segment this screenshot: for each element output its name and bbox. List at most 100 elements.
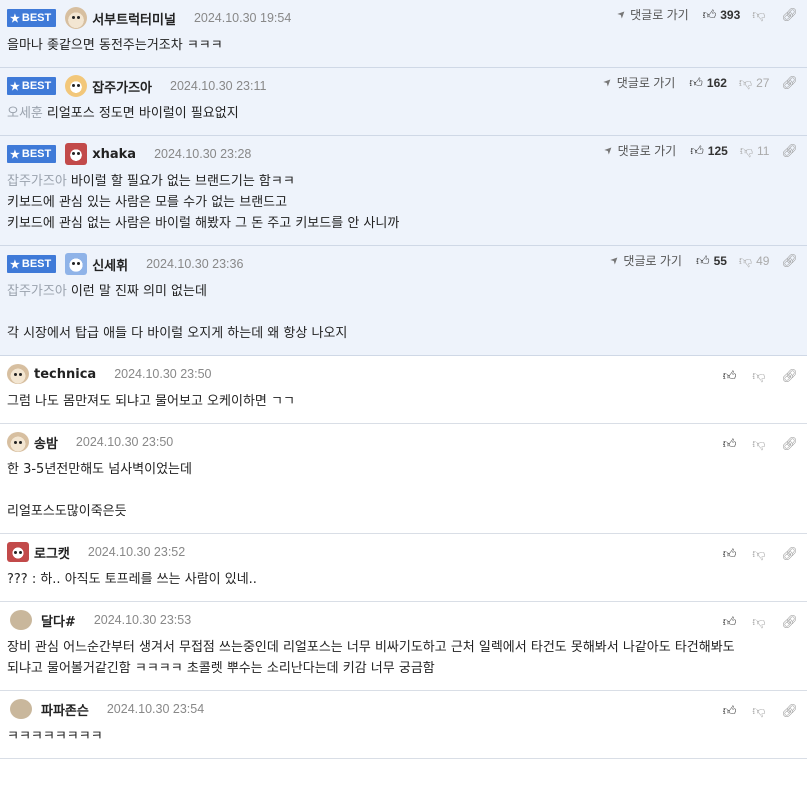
goto-reply-link[interactable]: ➤ 댓글로 가기: [602, 74, 676, 91]
avatar-eye: [19, 551, 22, 554]
dislike-count: 11: [757, 143, 770, 158]
author-nickname[interactable]: technica: [34, 367, 96, 382]
avatar-eye: [72, 84, 76, 87]
thumbs-down-icon: 👎︎: [752, 436, 766, 451]
author-nickname[interactable]: 서부트럭터미널: [92, 9, 176, 28]
copy-link-button[interactable]: 🔗︎: [781, 368, 798, 384]
comment-date: 2024.10.30 23:50: [114, 367, 212, 381]
comment-line: 오세훈 리얼포스 정도면 바이럴이 필요없지: [7, 103, 799, 124]
comment-body: 잡주가즈아 이런 말 진짜 의미 없는데 각 시장에서 탑급 애들 다 바이럴 오지…: [7, 274, 799, 355]
thumbs-down-icon: 👎︎: [752, 6, 766, 22]
dislike-button[interactable]: 👎︎: [752, 614, 769, 630]
dislike-button[interactable]: 👎︎ 27: [739, 75, 770, 91]
send-arrow-icon: ➤: [602, 143, 617, 158]
comment-date: 2024.10.30 19:54: [193, 11, 292, 25]
comment-line: 잡주가즈아 이런 말 진짜 의미 없는데: [7, 281, 799, 302]
thumbs-up-icon: 👍︎: [689, 74, 703, 90]
goto-reply-label: 댓글로 가기: [630, 8, 689, 22]
comment-text: 되냐고 물어볼거같긴함 ㅋㅋㅋㅋ 초콜렛 뿌수는 소리난다는데 키감 너무 궁금…: [7, 661, 435, 676]
comment-item: 로그캣 2024.10.30 23:52 👍︎ 👎︎ 🔗︎ ??? : 하.. 아직도 토…: [0, 534, 807, 602]
thumbs-down-icon: 👎︎: [752, 368, 766, 383]
goto-reply-label: 댓글로 가기: [623, 254, 682, 268]
goto-reply-link[interactable]: ➤ 댓글로 가기: [602, 142, 677, 159]
copy-link-button[interactable]: 🔗︎: [781, 614, 798, 630]
avatar[interactable]: [10, 610, 32, 630]
dislike-button[interactable]: 👎︎: [752, 546, 769, 562]
copy-link-button[interactable]: 🔗︎: [781, 7, 798, 23]
comment-body: 한 3-5년전만해도 넘사벽이었는데리얼포스도많이죽은듯: [7, 452, 799, 533]
link-icon: 🔗︎: [781, 436, 798, 451]
like-button[interactable]: 👍︎: [723, 614, 741, 630]
comment-line: 장비 관심 어느순간부터 생겨서 무접점 쓰는중인데 리얼포스는 너무 비싸기도…: [7, 637, 799, 658]
mention-nickname[interactable]: 잡주가즈아: [7, 284, 67, 299]
comment-list: ★ BEST 서부트럭터미널 2024.10.30 19:54 ➤ 댓글로 가기 👍︎ 393…: [0, 0, 807, 759]
comment-line: 되냐고 물어볼거같긴함 ㅋㅋㅋㅋ 초콜렛 뿌수는 소리난다는데 키감 너무 궁금…: [7, 658, 799, 679]
thumbs-down-icon: 👎︎: [738, 252, 753, 268]
goto-reply-link[interactable]: ➤ 댓글로 가기: [608, 252, 682, 269]
comment-text: 장비 관심 어느순간부터 생겨서 무접점 쓰는중인데 리얼포스는 너무 비싸기도…: [7, 640, 735, 655]
avatar[interactable]: [7, 432, 29, 452]
author-nickname[interactable]: 잡주가즈아: [92, 77, 152, 96]
comment-item: 송밤 2024.10.30 23:50 👍︎ 👎︎ 🔗︎ 한 3-5년전만해도 넘사벽이었…: [0, 424, 807, 534]
like-button[interactable]: 👍︎: [723, 703, 741, 719]
copy-link-button[interactable]: 🔗︎: [781, 703, 798, 719]
dislike-button[interactable]: 👎︎ 49: [739, 253, 770, 269]
avatar[interactable]: [65, 253, 88, 275]
author-nickname[interactable]: 신세휘: [92, 255, 128, 274]
avatar[interactable]: [7, 364, 29, 384]
copy-link-button[interactable]: 🔗︎: [781, 253, 798, 269]
goto-reply-link[interactable]: ➤ 댓글로 가기: [615, 6, 689, 23]
avatar[interactable]: [7, 542, 29, 562]
best-badge: ★ BEST: [7, 255, 57, 273]
copy-link-button[interactable]: 🔗︎: [781, 436, 798, 452]
copy-link-button[interactable]: 🔗︎: [781, 546, 798, 562]
avatar[interactable]: [65, 143, 88, 165]
thumbs-up-icon: 👍︎: [695, 252, 710, 268]
like-button[interactable]: 👍︎ 393: [703, 7, 741, 23]
comment-text: 을마나 좆같으면 동전주는거조차 ㅋㅋㅋ: [7, 38, 223, 53]
author-nickname[interactable]: 파파존슨: [41, 700, 89, 719]
copy-link-button[interactable]: 🔗︎: [781, 75, 798, 91]
comment-date: 2024.10.30 23:36: [146, 257, 244, 271]
author-nickname[interactable]: 로그캣: [34, 543, 70, 562]
like-button[interactable]: 👍︎ 125: [690, 143, 728, 159]
link-icon: 🔗︎: [781, 74, 798, 90]
like-count: 162: [706, 75, 727, 90]
comment-date: 2024.10.30 23:50: [75, 435, 174, 449]
dislike-button[interactable]: 👎︎: [752, 368, 769, 384]
avatar[interactable]: [10, 699, 32, 719]
dislike-button[interactable]: 👎︎: [752, 7, 769, 23]
copy-link-button[interactable]: 🔗︎: [781, 143, 798, 159]
author-nickname[interactable]: 송밤: [34, 433, 58, 452]
avatar-eye: [14, 551, 17, 554]
dislike-count: 27: [756, 75, 770, 90]
mention-nickname[interactable]: 잡주가즈아: [7, 174, 67, 189]
avatar[interactable]: [65, 7, 88, 29]
dislike-button[interactable]: 👎︎ 11: [740, 143, 770, 159]
comment-date: 2024.10.30 23:53: [93, 613, 192, 627]
link-icon: 🔗︎: [781, 614, 798, 629]
like-button[interactable]: 👍︎: [723, 546, 741, 562]
link-icon: 🔗︎: [781, 703, 798, 718]
comment-text: 한 3-5년전만해도 넘사벽이었는데: [7, 462, 192, 477]
like-button[interactable]: 👍︎: [723, 436, 741, 452]
author-nickname[interactable]: 달다#: [41, 611, 76, 630]
comment-text: 리얼포스도많이죽은듯: [7, 504, 127, 519]
avatar[interactable]: [65, 75, 88, 97]
best-label: BEST: [21, 258, 52, 270]
like-button[interactable]: 👍︎ 162: [689, 75, 727, 91]
dislike-count: 49: [756, 253, 770, 268]
comment-text: 그럼 나도 몸만져도 되냐고 물어보고 오케이하면 ㄱㄱ: [7, 394, 295, 409]
like-button[interactable]: 👍︎: [723, 368, 741, 384]
comment-actions: 👍︎ 👎︎ 🔗︎: [723, 546, 798, 562]
mention-nickname[interactable]: 오세훈: [7, 106, 43, 121]
link-icon: 🔗︎: [781, 368, 798, 383]
author-nickname[interactable]: xhaka: [92, 147, 136, 162]
goto-reply-label: 댓글로 가기: [617, 144, 677, 158]
dislike-button[interactable]: 👎︎: [752, 703, 769, 719]
avatar-eye: [14, 441, 17, 444]
comment-line: 리얼포스도많이죽은듯: [7, 501, 799, 522]
like-button[interactable]: 👍︎ 55: [696, 253, 727, 269]
dislike-button[interactable]: 👎︎: [752, 436, 769, 452]
avatar-eye: [72, 152, 76, 155]
